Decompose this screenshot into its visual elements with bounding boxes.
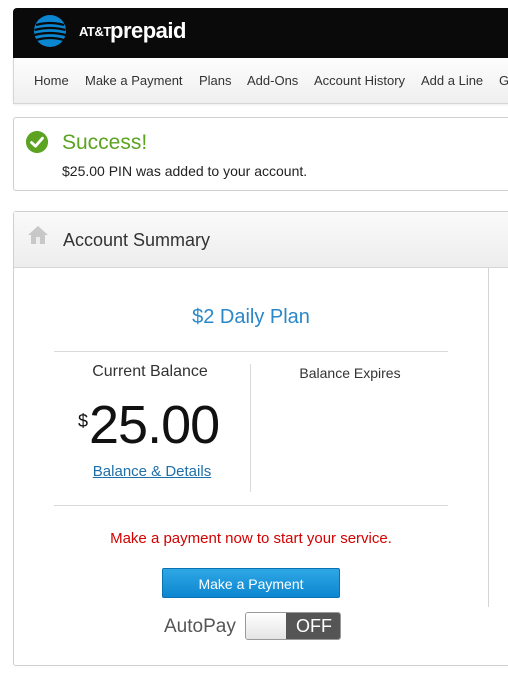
main-nav: Home Make a Payment Plans Add-Ons Accoun… <box>13 58 508 104</box>
balance-details-link[interactable]: Balance & Details <box>54 463 250 480</box>
nav-plans[interactable]: Plans <box>199 73 232 88</box>
toggle-knob[interactable] <box>246 613 286 639</box>
nav-home[interactable]: Home <box>34 73 69 88</box>
panel-header: Account Summary <box>14 212 508 268</box>
plan-name: $2 Daily Plan <box>192 306 310 328</box>
autopay-label: AutoPay <box>164 616 236 637</box>
nav-make-a-payment[interactable]: Make a Payment <box>85 73 183 88</box>
nav-more[interactable]: G <box>499 73 508 88</box>
balance-expires-label: Balance Expires <box>299 365 401 381</box>
nav-account-history[interactable]: Account History <box>314 73 405 88</box>
site-header: AT&T prepaid <box>13 8 508 58</box>
currency-symbol: $ <box>78 411 89 431</box>
divider <box>250 364 251 492</box>
brand-att: AT&T <box>79 24 111 39</box>
panel-divider <box>488 267 489 607</box>
att-globe-icon[interactable] <box>33 14 67 48</box>
nav-add-ons[interactable]: Add-Ons <box>247 73 298 88</box>
success-title: Success! <box>62 131 148 154</box>
toggle-state: OFF <box>286 613 340 639</box>
payment-warning: Make a payment now to start your service… <box>110 530 392 547</box>
divider <box>54 505 448 506</box>
brand-prepaid: prepaid <box>110 18 186 43</box>
autopay-toggle[interactable]: OFF <box>245 612 341 640</box>
check-circle-icon <box>26 131 48 153</box>
current-balance-label: Current Balance <box>92 363 208 380</box>
success-message: $25.00 PIN was added to your account. <box>62 163 308 179</box>
account-summary-panel: Account Summary $2 Daily Plan Current Ba… <box>13 211 508 666</box>
nav-add-a-line[interactable]: Add a Line <box>421 73 483 88</box>
divider <box>54 351 448 352</box>
success-alert: Success! $25.00 PIN was added to your ac… <box>13 117 508 191</box>
panel-title: Account Summary <box>63 230 211 250</box>
home-icon <box>28 226 48 244</box>
balance-amount: 25.00 <box>89 395 220 455</box>
make-payment-button[interactable]: Make a Payment <box>162 568 340 598</box>
